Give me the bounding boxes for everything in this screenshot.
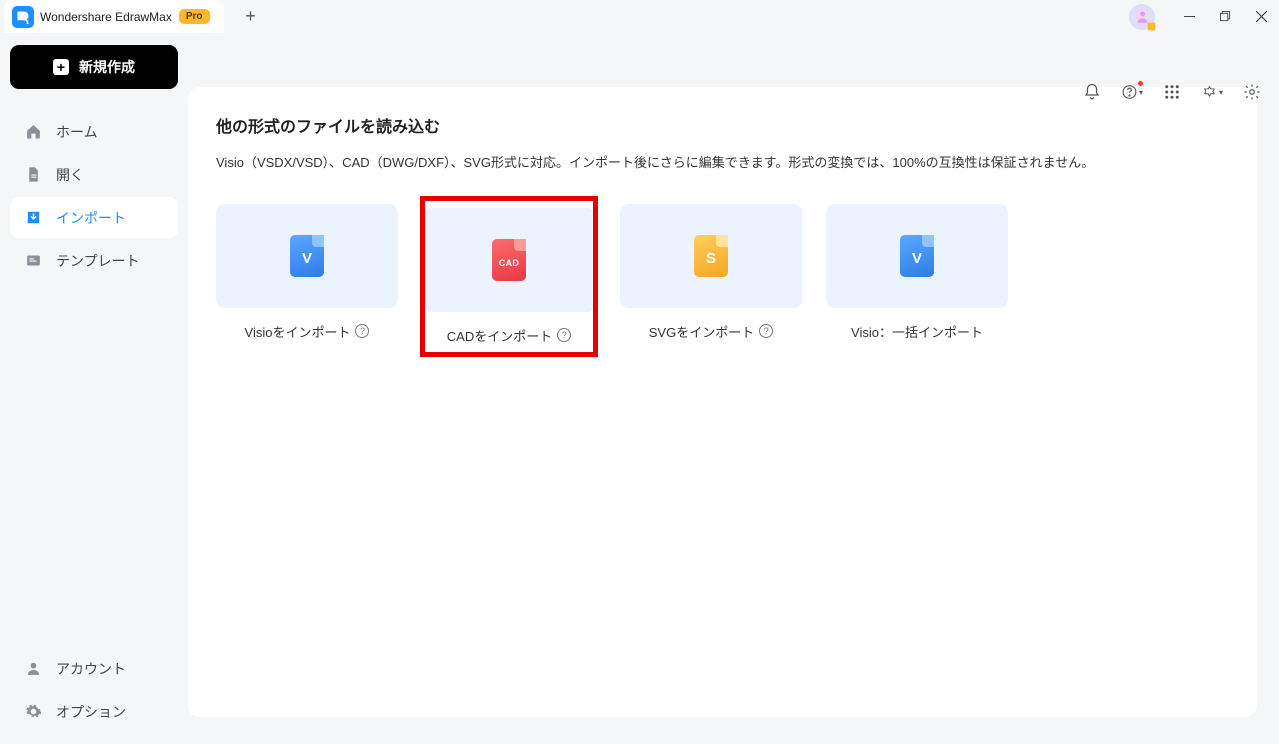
panel-title: 他の形式のファイルを読み込む: [216, 113, 1229, 137]
minimize-button[interactable]: [1171, 0, 1207, 33]
app-logo-icon: [12, 6, 34, 28]
import-cards: V Visioをインポート ? CAD CADをインポート ?: [216, 198, 1229, 355]
window-controls: [1129, 0, 1279, 33]
sidebar-item-label: インポート: [56, 208, 126, 228]
theme-icon[interactable]: ▾: [1201, 81, 1223, 103]
template-icon: [24, 252, 42, 270]
sidebar-item-template[interactable]: テンプレート: [10, 240, 178, 281]
close-button[interactable]: [1243, 0, 1279, 33]
plus-icon: +: [53, 59, 69, 75]
app-title: Wondershare EdrawMax: [40, 10, 172, 24]
new-tab-button[interactable]: +: [236, 0, 266, 33]
notification-icon[interactable]: [1081, 81, 1103, 103]
panel-description: Visio（VSDX/VSD）、CAD（DWG/DXF）、SVG形式に対応。イン…: [216, 153, 1229, 174]
card-label: CADをインポート ?: [447, 326, 571, 345]
help-icon[interactable]: ▾: [1121, 81, 1143, 103]
card-label: Visio：一括インポート: [851, 322, 983, 341]
visio-file-icon: V: [290, 235, 324, 277]
import-card-visio: V Visioをインポート ?: [216, 198, 398, 355]
svg-card[interactable]: S: [620, 204, 802, 308]
file-icon: [24, 166, 42, 184]
top-toolbar: ▾ ▾: [1081, 81, 1263, 103]
svg-file-icon: S: [694, 235, 728, 277]
sidebar-item-open[interactable]: 開く: [10, 154, 178, 195]
home-icon: [24, 123, 42, 141]
sidebar-item-options[interactable]: オプション: [10, 691, 178, 732]
settings-icon: [24, 703, 42, 721]
main-area: ▾ ▾ 他の形式のファイルを読み込む Visio（VSDX/VSD）、CAD（D…: [188, 33, 1279, 744]
import-card-svg: S SVGをインポート ?: [620, 198, 802, 355]
card-label: Visioをインポート ?: [245, 322, 370, 341]
cad-card[interactable]: CAD: [422, 208, 596, 312]
import-card-visio-batch: V Visio：一括インポート: [826, 198, 1008, 355]
account-icon: [24, 660, 42, 678]
card-label: SVGをインポート ?: [649, 322, 773, 341]
sidebar-item-home[interactable]: ホーム: [10, 111, 178, 152]
sidebar-item-label: テンプレート: [56, 251, 140, 271]
sidebar-item-account[interactable]: アカウント: [10, 648, 178, 689]
import-card-cad: CAD CADをインポート ?: [422, 198, 596, 355]
app-tab[interactable]: Wondershare EdrawMax Pro: [4, 0, 224, 33]
help-icon[interactable]: ?: [355, 324, 369, 338]
pro-badge: Pro: [179, 9, 210, 24]
sidebar: + 新規作成 ホーム 開く インポート テンプレート: [0, 33, 188, 744]
sidebar-item-label: 開く: [56, 165, 84, 185]
user-avatar[interactable]: [1129, 4, 1155, 30]
apps-icon[interactable]: [1161, 81, 1183, 103]
maximize-button[interactable]: [1207, 0, 1243, 33]
help-icon[interactable]: ?: [557, 328, 571, 342]
new-file-label: 新規作成: [79, 57, 135, 77]
visio-card[interactable]: V: [216, 204, 398, 308]
sidebar-item-label: アカウント: [56, 659, 126, 679]
visio-file-icon: V: [900, 235, 934, 277]
cad-file-icon: CAD: [492, 239, 526, 281]
import-icon: [24, 209, 42, 227]
sidebar-item-label: オプション: [56, 702, 126, 722]
import-panel: 他の形式のファイルを読み込む Visio（VSDX/VSD）、CAD（DWG/D…: [188, 87, 1257, 717]
visio-batch-card[interactable]: V: [826, 204, 1008, 308]
sidebar-item-import[interactable]: インポート: [10, 197, 178, 238]
sidebar-item-label: ホーム: [56, 122, 98, 142]
new-file-button[interactable]: + 新規作成: [10, 45, 178, 89]
titlebar: Wondershare EdrawMax Pro +: [0, 0, 1279, 33]
help-icon[interactable]: ?: [759, 324, 773, 338]
settings-icon[interactable]: [1241, 81, 1263, 103]
